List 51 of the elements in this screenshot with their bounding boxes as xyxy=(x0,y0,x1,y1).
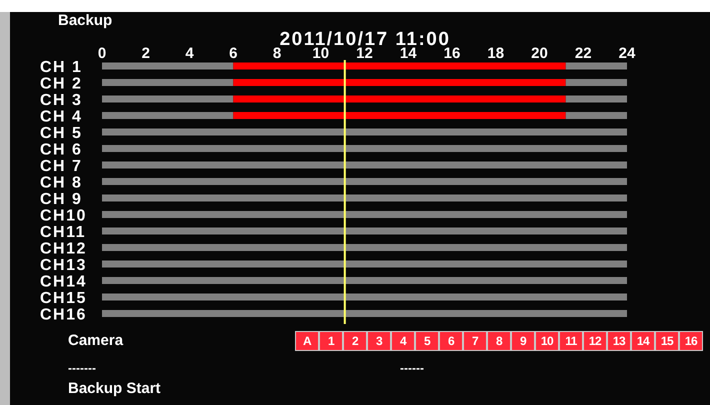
channel-label: CH16 xyxy=(40,306,87,324)
hour-tick-label: 24 xyxy=(618,45,636,62)
camera-toggle[interactable]: 2 xyxy=(343,331,367,351)
channel-label: CH 7 xyxy=(40,158,82,175)
hour-tick-label: 22 xyxy=(574,45,592,62)
camera-toggle[interactable]: 16 xyxy=(679,331,703,351)
hour-tick-label: 4 xyxy=(185,45,194,62)
camera-toggle[interactable]: 15 xyxy=(655,331,679,351)
camera-toggle[interactable]: A xyxy=(295,331,319,351)
hour-tick-label: 14 xyxy=(400,45,417,62)
channel-label: CH 1 xyxy=(40,59,82,76)
backup-start-button[interactable]: Backup Start xyxy=(68,380,161,398)
hour-tick-label: 2 xyxy=(142,45,150,62)
screen-title: Backup xyxy=(58,13,112,29)
hour-tick-label: 12 xyxy=(356,45,373,62)
camera-toggle[interactable]: 8 xyxy=(487,331,511,351)
camera-toggle[interactable]: 7 xyxy=(463,331,487,351)
channel-label: CH 5 xyxy=(40,125,82,142)
camera-toggle[interactable]: 5 xyxy=(415,331,439,351)
camera-toggle[interactable]: 12 xyxy=(583,331,607,351)
camera-toggle[interactable]: 4 xyxy=(391,331,415,351)
camera-toggle[interactable]: 1 xyxy=(319,331,343,351)
text-field[interactable]: ------ xyxy=(400,359,424,377)
channel-label: CH 4 xyxy=(40,108,82,126)
hour-tick-label: 10 xyxy=(312,45,330,62)
channel-label: CH14 xyxy=(40,274,87,290)
camera-toggle[interactable]: 9 xyxy=(511,331,535,351)
channel-label: CH 2 xyxy=(40,76,82,92)
camera-toggle[interactable]: 3 xyxy=(367,331,391,351)
camera-toggle[interactable]: 14 xyxy=(631,331,655,351)
text-field[interactable]: ------- xyxy=(68,359,400,377)
channel-label: CH12 xyxy=(40,240,87,258)
channel-label: CH 6 xyxy=(40,142,82,158)
channel-label: CH11 xyxy=(40,224,86,241)
camera-toggle[interactable]: 6 xyxy=(439,331,463,351)
channel-label: CH 9 xyxy=(40,191,82,208)
camera-label: Camera xyxy=(68,330,124,351)
hour-tick-label: 6 xyxy=(229,45,238,62)
hour-tick-label: 16 xyxy=(444,45,460,62)
channel-label: CH15 xyxy=(40,290,87,307)
channel-label: CH 8 xyxy=(40,174,82,192)
channel-label: CH13 xyxy=(40,257,87,274)
hour-tick-label: 20 xyxy=(531,45,548,62)
hour-tick-label: 8 xyxy=(272,45,282,62)
hour-tick-label: 0 xyxy=(98,45,106,62)
camera-toggle[interactable]: 11 xyxy=(559,331,583,351)
camera-toggle[interactable]: 13 xyxy=(607,331,631,351)
channel-label: CH10 xyxy=(40,208,87,224)
hour-tick-label: 18 xyxy=(487,45,504,62)
camera-toggle[interactable]: 10 xyxy=(535,331,559,351)
channel-label: CH 3 xyxy=(40,92,82,109)
